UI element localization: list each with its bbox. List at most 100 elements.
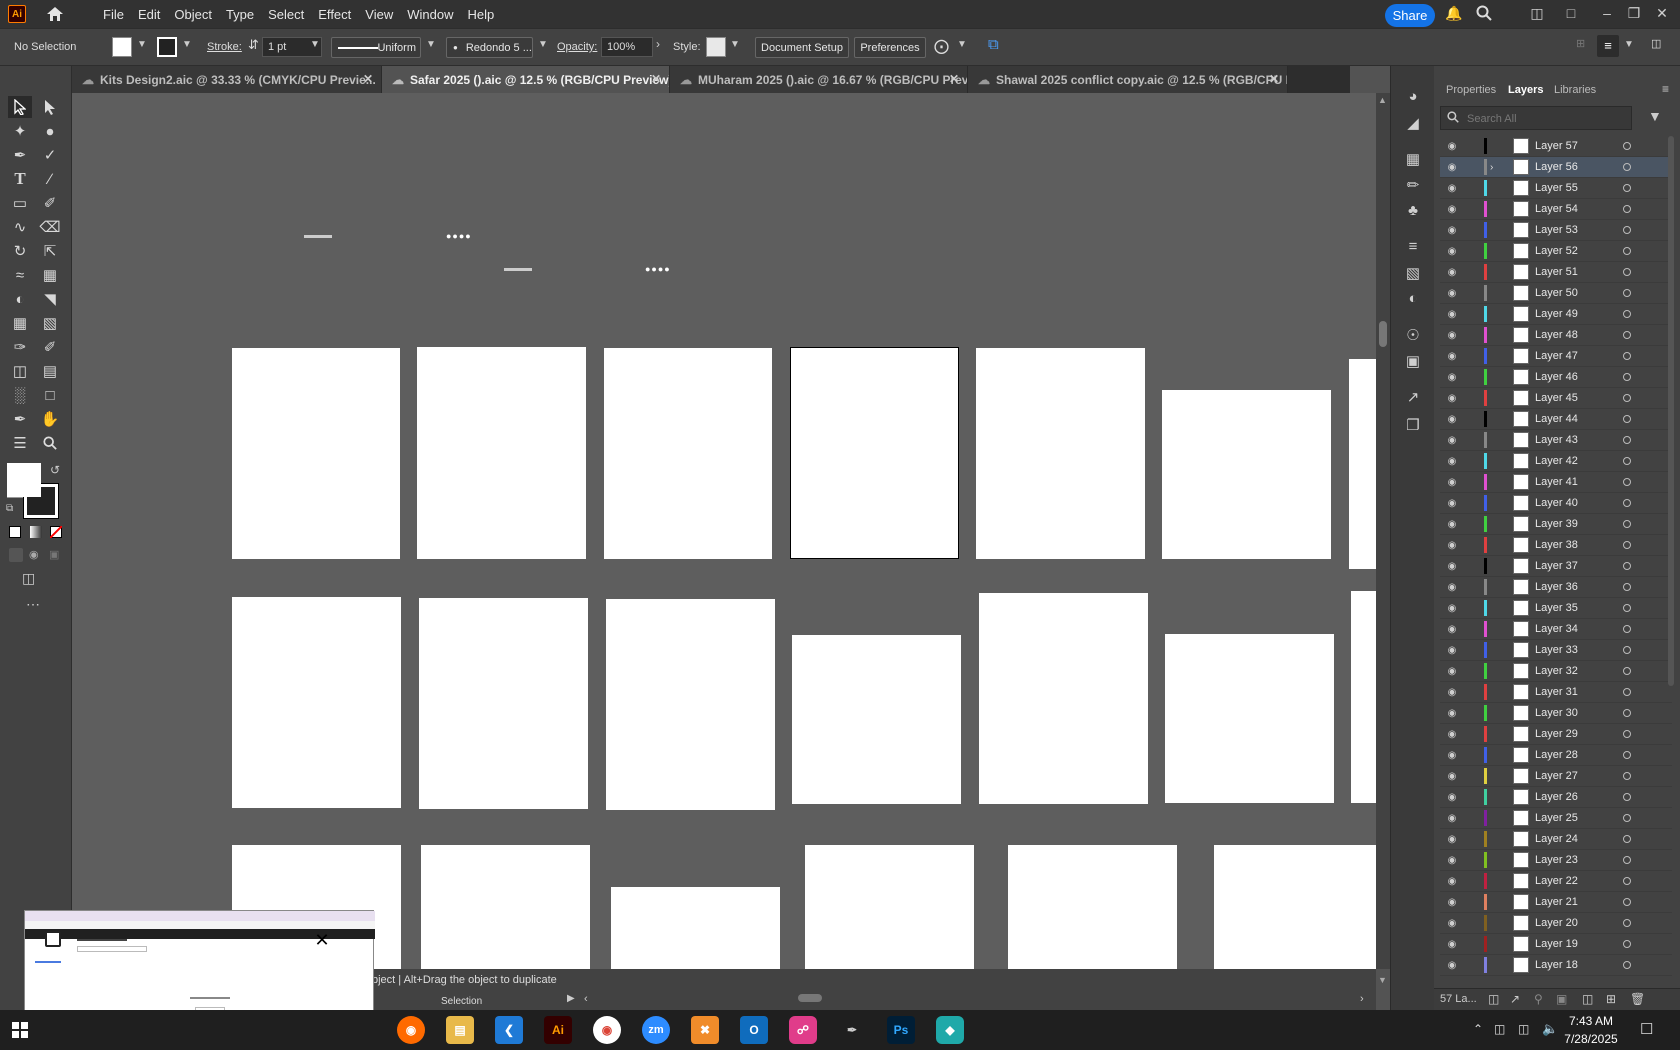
target-circle-icon[interactable] <box>1623 184 1631 192</box>
target-circle-icon[interactable] <box>1623 961 1631 969</box>
layer-row[interactable]: ◉ Layer 28 <box>1440 745 1672 766</box>
small-text-object[interactable] <box>304 235 332 238</box>
layer-row[interactable]: ◉ › Layer 56 <box>1440 157 1672 178</box>
target-circle-icon[interactable] <box>1623 625 1631 633</box>
artboard[interactable] <box>979 593 1148 804</box>
target-circle-icon[interactable] <box>1623 793 1631 801</box>
chrome-icon[interactable]: ◉ <box>593 1016 621 1044</box>
close-tab-icon[interactable]: ✕ <box>651 72 661 86</box>
brush-definition[interactable]: ● Redondo 5 ... <box>446 37 533 58</box>
target-circle-icon[interactable] <box>1623 919 1631 927</box>
new-layer-icon[interactable]: ⊞ <box>1606 992 1616 1006</box>
color-mode-icon[interactable] <box>9 526 21 538</box>
visibility-eye-icon[interactable]: ◉ <box>1440 897 1464 908</box>
layers-scroll-thumb[interactable] <box>1668 136 1674 686</box>
none-mode-icon[interactable] <box>50 526 62 538</box>
outlook-icon[interactable]: O <box>740 1016 768 1044</box>
layer-row[interactable]: ◉ Layer 48 <box>1440 325 1672 346</box>
layer-row[interactable]: ◉ Layer 50 <box>1440 283 1672 304</box>
visibility-eye-icon[interactable]: ◉ <box>1440 687 1464 698</box>
menu-effect[interactable]: Effect <box>311 7 358 22</box>
artboard[interactable] <box>792 635 961 804</box>
target-circle-icon[interactable] <box>1623 310 1631 318</box>
clock-date[interactable]: 7/28/2025 <box>1564 1032 1618 1046</box>
visibility-eye-icon[interactable]: ◉ <box>1440 330 1464 341</box>
free-transform-tool-icon[interactable]: ▦ <box>38 264 62 286</box>
chevron-right-icon[interactable]: › <box>656 37 660 51</box>
dots-object[interactable]: ●●●● <box>645 264 671 274</box>
collect-export-icon[interactable]: ◫ <box>1488 992 1499 1006</box>
brushes-icon[interactable]: ✏ <box>1401 176 1425 198</box>
close-tab-icon[interactable]: ✕ <box>363 72 373 86</box>
filter-icon[interactable]: ▼ <box>1648 108 1662 124</box>
target-circle-icon[interactable] <box>1623 163 1631 171</box>
stroke-swatch[interactable] <box>157 37 177 57</box>
target-circle-icon[interactable] <box>1623 499 1631 507</box>
layer-row[interactable]: ◉ Layer 37 <box>1440 556 1672 577</box>
panel-menu-icon[interactable]: ≡ <box>1662 82 1669 96</box>
direct-selection-tool-icon[interactable] <box>38 96 62 118</box>
layer-row[interactable]: ◉ Layer 47 <box>1440 346 1672 367</box>
menu-edit[interactable]: Edit <box>131 7 167 22</box>
chevron-down-icon[interactable]: ▼ <box>310 39 320 50</box>
dots-object[interactable]: ●●●● <box>446 231 472 241</box>
layer-row[interactable]: ◉ Layer 26 <box>1440 787 1672 808</box>
volume-icon[interactable]: 🔈 <box>1542 1021 1558 1037</box>
magic-wand-tool-icon[interactable]: ✦ <box>8 120 32 142</box>
layer-row[interactable]: ◉ Layer 35 <box>1440 598 1672 619</box>
visibility-eye-icon[interactable]: ◉ <box>1440 582 1464 593</box>
eraser-tool-icon[interactable]: ⌫ <box>38 216 62 238</box>
gradient-mode-icon[interactable] <box>30 526 42 538</box>
lasso-tool-icon[interactable]: ⦁ <box>38 120 62 142</box>
target-circle-icon[interactable] <box>1623 457 1631 465</box>
firefox-icon[interactable]: ◉ <box>397 1016 425 1044</box>
visibility-eye-icon[interactable]: ◉ <box>1440 792 1464 803</box>
target-circle-icon[interactable] <box>1623 583 1631 591</box>
photoshop-icon[interactable]: Ps <box>887 1016 915 1044</box>
artboard[interactable] <box>1162 390 1331 559</box>
target-circle-icon[interactable] <box>1623 646 1631 654</box>
target-circle-icon[interactable] <box>1623 520 1631 528</box>
artboard[interactable] <box>232 348 400 559</box>
minimize-icon[interactable]: – <box>1597 5 1617 23</box>
target-circle-icon[interactable] <box>1623 667 1631 675</box>
target-circle-icon[interactable] <box>1623 205 1631 213</box>
menu-view[interactable]: View <box>358 7 400 22</box>
target-circle-icon[interactable] <box>1623 940 1631 948</box>
layer-row[interactable]: ◉ Layer 49 <box>1440 304 1672 325</box>
visibility-eye-icon[interactable]: ◉ <box>1440 519 1464 530</box>
visibility-eye-icon[interactable]: ◉ <box>1440 351 1464 362</box>
shape-builder-tool-icon[interactable]: ◐ <box>8 288 32 310</box>
target-circle-icon[interactable] <box>1623 352 1631 360</box>
clock-time[interactable]: 7:43 AM <box>1566 1014 1616 1028</box>
target-circle-icon[interactable] <box>1623 730 1631 738</box>
artboard[interactable] <box>417 347 586 559</box>
chevron-down-icon[interactable]: ▼ <box>182 39 192 50</box>
target-circle-icon[interactable] <box>1623 226 1631 234</box>
stroke-label[interactable]: Stroke: <box>207 41 242 53</box>
tab-shawal-2025[interactable]: ☁ Shawal 2025 conflict copy.aic @ 12.5 %… <box>968 66 1288 93</box>
tab-layers[interactable]: Layers <box>1508 84 1543 96</box>
scroll-down-icon[interactable]: ▼ <box>1378 975 1387 985</box>
target-circle-icon[interactable] <box>1623 415 1631 423</box>
layer-row[interactable]: ◉ Layer 51 <box>1440 262 1672 283</box>
creative-cloud-icon[interactable]: ☍ <box>789 1016 817 1044</box>
layer-row[interactable]: ◉ Layer 53 <box>1440 220 1672 241</box>
target-circle-icon[interactable] <box>1623 268 1631 276</box>
illustrator-taskbar-icon[interactable]: Ai <box>544 1016 572 1044</box>
layer-row[interactable]: ◉ Layer 33 <box>1440 640 1672 661</box>
visibility-eye-icon[interactable]: ◉ <box>1440 855 1464 866</box>
tab-properties[interactable]: Properties <box>1446 84 1496 96</box>
perspective-grid-tool-icon[interactable]: ◥ <box>38 288 62 310</box>
layer-row[interactable]: ◉ Layer 43 <box>1440 430 1672 451</box>
panel-option-icon[interactable]: ⊞ <box>1576 37 1585 50</box>
layer-row[interactable]: ◉ Layer 46 <box>1440 367 1672 388</box>
artboard[interactable] <box>976 348 1145 559</box>
layer-row[interactable]: ◉ Layer 22 <box>1440 871 1672 892</box>
chevron-down-icon[interactable]: ▼ <box>957 39 967 50</box>
menu-help[interactable]: Help <box>460 7 501 22</box>
network-icon[interactable]: ◫ <box>1518 1022 1529 1036</box>
visibility-eye-icon[interactable]: ◉ <box>1440 414 1464 425</box>
measure-tool-icon[interactable]: ✐ <box>38 336 62 358</box>
shaper-tool-icon[interactable]: ∿ <box>8 216 32 238</box>
